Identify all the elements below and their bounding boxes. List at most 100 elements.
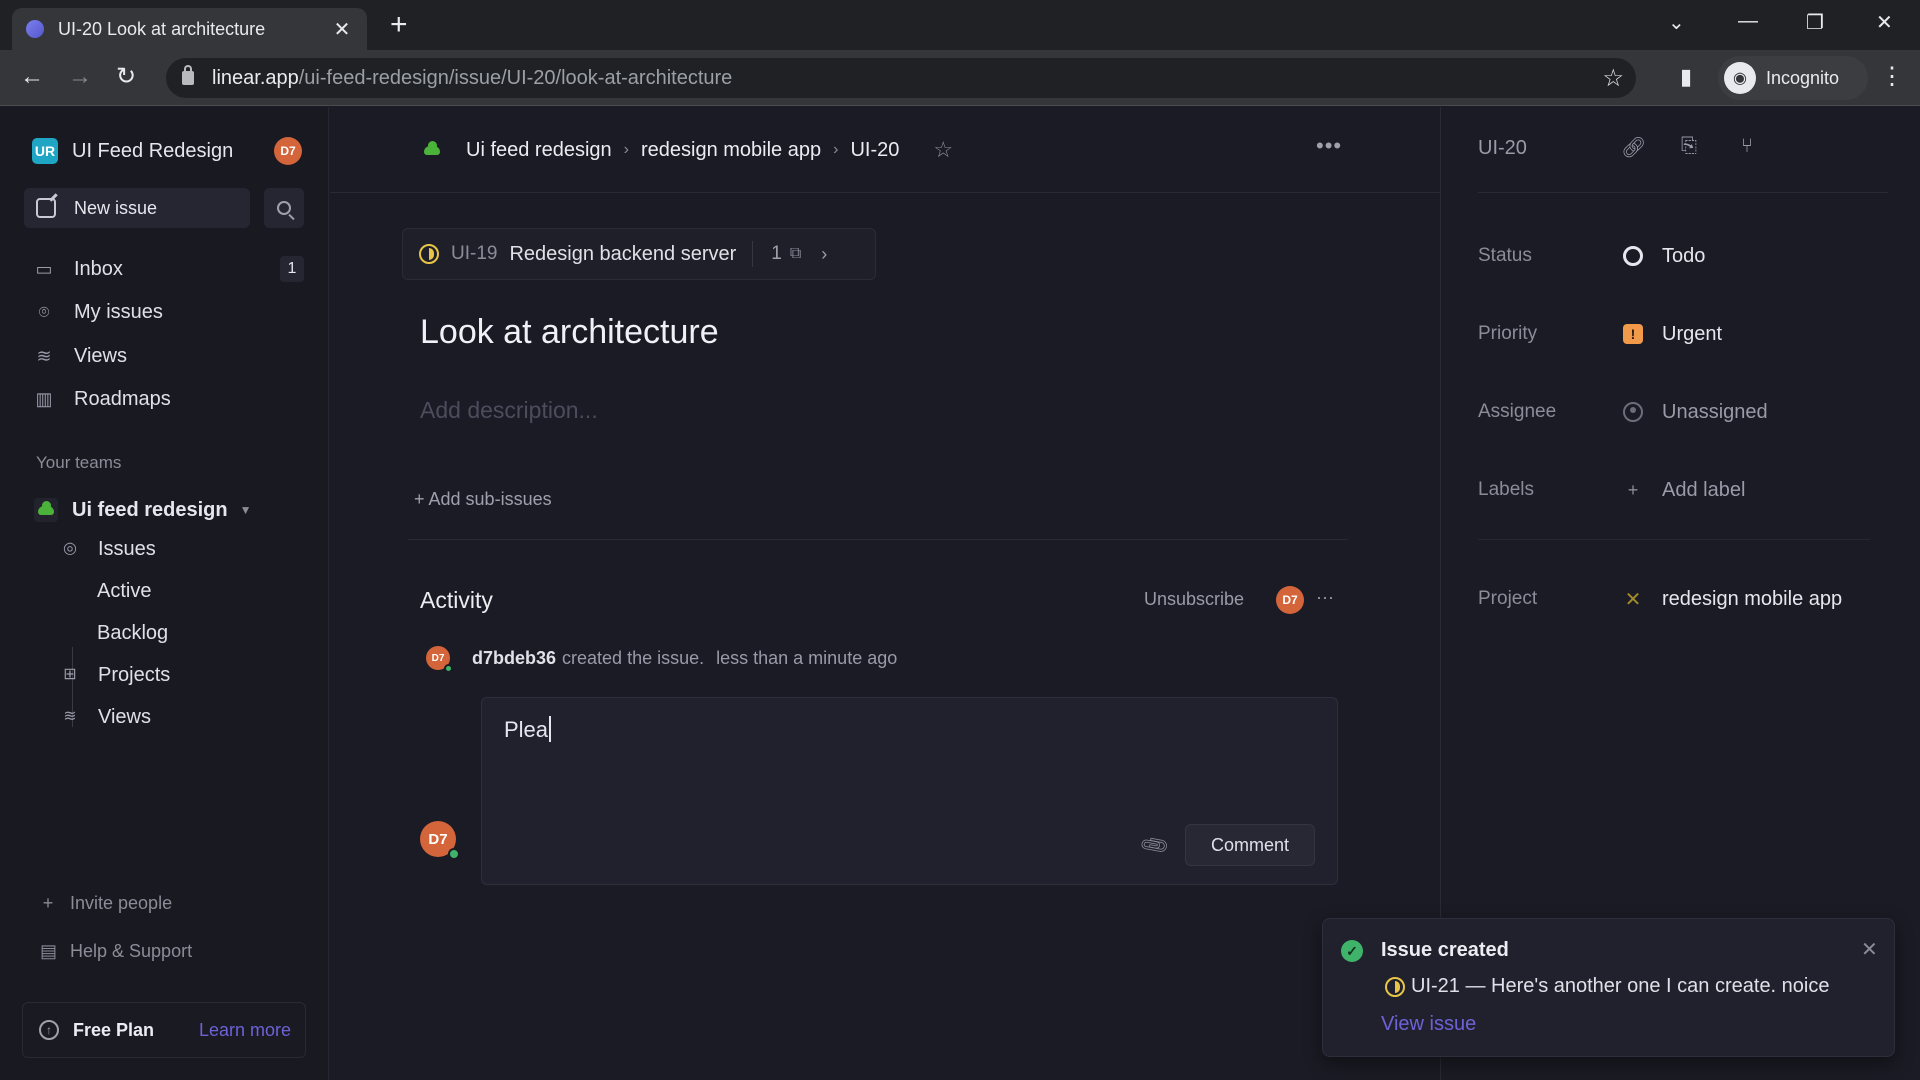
- side-panel-icon[interactable]: ▮: [1680, 62, 1692, 92]
- sidebar-item-views[interactable]: ≋ Views: [34, 340, 304, 372]
- team-item-active[interactable]: Active: [97, 575, 151, 607]
- comment-input[interactable]: Plea: [504, 716, 1304, 806]
- plus-icon: +: [42, 892, 54, 913]
- add-label-button: Add label: [1662, 478, 1746, 501]
- property-label: Assignee: [1478, 401, 1557, 422]
- add-sub-issues-button[interactable]: + Add sub-issues: [414, 489, 552, 510]
- reload-button[interactable]: ↻: [116, 62, 136, 92]
- property-label: Priority: [1478, 323, 1538, 344]
- sidebar-item-inbox[interactable]: ▭ Inbox 1: [34, 253, 304, 285]
- tab-search-chevron-icon[interactable]: ⌄: [1668, 10, 1685, 35]
- avatar-initials: D7: [428, 830, 448, 848]
- team-item-views[interactable]: ≋ Views: [60, 701, 151, 733]
- breadcrumb: Ui feed redesign › redesign mobile app ›…: [420, 135, 953, 165]
- activity-event: D7 d7bdeb36 created the issue. less than…: [426, 643, 897, 673]
- invite-people-button[interactable]: + Invite people: [40, 889, 172, 917]
- minimize-button[interactable]: —: [1738, 10, 1758, 33]
- breadcrumb-team[interactable]: Ui feed redesign: [466, 139, 612, 162]
- new-tab-button[interactable]: +: [390, 10, 408, 40]
- more-options-icon[interactable]: •••: [1316, 133, 1342, 159]
- copy-link-icon[interactable]: 🔗︎: [1621, 135, 1646, 160]
- new-issue-button[interactable]: New issue: [24, 188, 250, 228]
- sidebar-item-roadmaps[interactable]: ▥ Roadmaps: [34, 383, 304, 415]
- new-issue-label: New issue: [74, 197, 158, 218]
- paperclip-icon[interactable]: 📎︎: [1137, 828, 1172, 863]
- property-labels[interactable]: Labels + Add label: [1478, 475, 1898, 505]
- sidebar-item-label: Views: [74, 344, 127, 367]
- property-label: Project: [1478, 588, 1538, 609]
- chevron-right-icon[interactable]: ›: [821, 244, 827, 265]
- activity-more-icon[interactable]: ···: [1316, 587, 1334, 608]
- todo-status-icon: [1622, 245, 1644, 267]
- issue-id: UI-20: [1478, 137, 1527, 159]
- browser-toolbar: ← → ↻ linear.app /ui-feed-redesign/issue…: [0, 50, 1920, 106]
- workspace-switcher[interactable]: UR UI Feed Redesign D7: [32, 135, 302, 167]
- unsubscribe-button[interactable]: Unsubscribe: [1144, 589, 1244, 610]
- learn-more-link[interactable]: Learn more: [199, 1020, 291, 1041]
- sidebar-item-my-issues[interactable]: ⌾ My issues: [34, 296, 304, 328]
- copy-id-icon[interactable]: ⎘: [1681, 135, 1697, 158]
- parent-issue-title: Redesign backend server: [509, 242, 737, 265]
- free-plan-banner: ↑ Free Plan Learn more: [22, 1002, 306, 1058]
- view-issue-link[interactable]: View issue: [1381, 1013, 1476, 1036]
- restore-button[interactable]: ❐: [1806, 10, 1824, 35]
- lock-icon: [182, 65, 194, 85]
- browser-tab[interactable]: UI-20 Look at architecture ✕: [12, 8, 367, 50]
- property-status[interactable]: Status Todo: [1478, 241, 1898, 271]
- browser-tabstrip: UI-20 Look at architecture ✕ + ⌄ — ❐ ✕: [0, 0, 1920, 50]
- help-support-button[interactable]: ▤ Help & Support: [40, 937, 192, 965]
- sidebar-item-label: My issues: [74, 300, 163, 323]
- close-icon[interactable]: ✕: [1861, 937, 1878, 962]
- team-item-projects[interactable]: ⊞ Projects: [60, 659, 170, 691]
- event-user[interactable]: d7bdeb36: [472, 648, 556, 669]
- user-avatar[interactable]: D7: [274, 137, 302, 165]
- online-indicator: [448, 848, 460, 860]
- workspace-name: UI Feed Redesign: [72, 139, 234, 162]
- bookmark-star-icon[interactable]: ☆: [1602, 64, 1624, 93]
- description-input[interactable]: Add description...: [420, 397, 598, 424]
- comment-button[interactable]: Comment: [1185, 824, 1315, 866]
- team-item-label: Issues: [98, 537, 156, 560]
- issue-main: Ui feed redesign › redesign mobile app ›…: [330, 107, 1440, 1080]
- in-progress-icon: [419, 244, 439, 264]
- issue-title[interactable]: Look at architecture: [420, 313, 719, 352]
- breadcrumb-project[interactable]: redesign mobile app: [641, 139, 821, 162]
- online-indicator: [444, 664, 453, 673]
- parent-issue-chip[interactable]: UI-19 Redesign backend server 1 ⧉ ›: [402, 228, 876, 280]
- user-icon: [1622, 401, 1644, 423]
- team-toggle[interactable]: Ui feed redesign ▼: [34, 494, 252, 526]
- team-cloud-icon: [34, 498, 58, 522]
- address-bar[interactable]: linear.app /ui-feed-redesign/issue/UI-20…: [166, 58, 1636, 98]
- subscriber-avatar[interactable]: D7: [1276, 586, 1304, 614]
- layers-icon: ≋: [63, 708, 77, 725]
- urgent-priority-icon: !: [1622, 323, 1644, 345]
- breadcrumb-issue[interactable]: UI-20: [850, 139, 899, 162]
- team-item-backlog[interactable]: Backlog: [97, 617, 168, 649]
- invite-label: Invite people: [70, 892, 173, 913]
- plus-icon: +: [1627, 479, 1639, 500]
- team-cloud-icon: [420, 138, 444, 162]
- issue-created-toast: ✓ Issue created ✕ UI-21 — Here's another…: [1322, 918, 1895, 1057]
- browser-menu-icon[interactable]: ⋮: [1880, 62, 1904, 92]
- back-button[interactable]: ←: [20, 62, 44, 92]
- issue-header: Ui feed redesign › redesign mobile app ›…: [330, 107, 1440, 193]
- upgrade-arrow-icon: ↑: [39, 1020, 59, 1040]
- git-branch-icon[interactable]: ⑂: [1741, 135, 1753, 158]
- close-window-button[interactable]: ✕: [1876, 10, 1893, 35]
- favorite-star-icon[interactable]: ☆: [933, 137, 953, 163]
- team-item-issues[interactable]: ◎ Issues: [60, 533, 156, 565]
- book-icon: ▤: [40, 940, 58, 961]
- close-tab-icon[interactable]: ✕: [331, 17, 353, 42]
- your-teams-heading: Your teams: [36, 453, 122, 472]
- divider: [1478, 539, 1870, 540]
- forward-button[interactable]: →: [68, 62, 92, 92]
- avatar-initials: D7: [431, 652, 445, 664]
- incognito-profile-button[interactable]: ◉ Incognito: [1718, 56, 1868, 100]
- search-button[interactable]: [264, 188, 304, 228]
- property-assignee[interactable]: Assignee Unassigned: [1478, 397, 1898, 427]
- status-value: Todo: [1662, 244, 1706, 267]
- team-item-label: Projects: [98, 663, 171, 686]
- property-priority[interactable]: Priority ! Urgent: [1478, 319, 1898, 349]
- tab-title: UI-20 Look at architecture: [58, 18, 266, 39]
- property-project[interactable]: Project ✕ redesign mobile app: [1478, 584, 1898, 614]
